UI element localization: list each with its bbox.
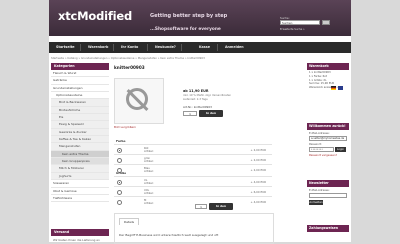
option-group-size: Größe <box>116 171 127 175</box>
option-name: Rot Artikel: <box>144 146 154 154</box>
payment-box: Zahlungsweisen <box>307 225 349 232</box>
category-item[interactable]: Obst & Gemüse <box>51 188 109 195</box>
nav-divider <box>113 44 114 51</box>
category-list: Fleisch & Wurst Getränke Grundeinstellunge… <box>51 70 109 203</box>
option-radio[interactable] <box>117 158 122 163</box>
nav-checkout[interactable]: Kasse <box>199 42 210 53</box>
category-item[interactable]: Kaffee & Tee & Kakao <box>51 136 109 144</box>
quantity-input[interactable]: 1 <box>183 111 197 116</box>
nav-login[interactable]: Anmelden <box>225 42 244 53</box>
option-price: + 4,00 EUR <box>250 180 266 184</box>
nav-divider <box>181 44 182 51</box>
option-row[interactable]: Blau Artikel: + 2,00 EUR <box>114 164 272 175</box>
category-item[interactable]: Milch & Molkerei <box>51 165 109 173</box>
password-field[interactable]: •••••••• <box>309 147 334 152</box>
option-name: M Artikel: <box>144 198 154 206</box>
product-price: ab 11,90 EUR <box>183 89 209 93</box>
shipping-text: Wir bieten Ihnen die Lieferung an <box>53 238 100 242</box>
nav-divider <box>80 44 81 51</box>
delivery-time: Lieferzeit: 2-3 Tage <box>183 98 208 101</box>
product-image[interactable] <box>114 78 164 124</box>
product-model: Art.Nr.: knitter00903 <box>183 105 212 109</box>
details-box: Details Der Begriff E-Business wird unte… <box>114 213 274 244</box>
shipping-box-title: Versand <box>51 229 109 236</box>
slogan-top: Getting better step by step <box>150 13 228 19</box>
nav-register[interactable]: Neukunde? <box>155 42 176 53</box>
category-item[interactable]: Brot & Backwaren <box>51 99 109 107</box>
newsletter-box-title: Newsletter Anmeldung <box>307 180 349 192</box>
product-description: Der Begriff E-Business wird unterschiedl… <box>119 233 219 237</box>
category-item[interactable]: Eis <box>51 114 109 122</box>
option-row[interactable]: M Artikel: + 4,00 EUR <box>114 196 272 207</box>
slogan-bottom: ...Shopsoftware for everyone <box>150 27 221 32</box>
option-name: XL Artikel: <box>144 178 154 186</box>
page: xtcModified Getting better step by step … <box>49 0 351 244</box>
option-sub: Artikel: <box>144 158 154 163</box>
option-sub: Artikel: <box>144 168 154 173</box>
option-radio[interactable] <box>117 200 122 205</box>
option-group-color: Farbe <box>116 139 126 143</box>
product-title: knitter00903 <box>114 65 145 70</box>
login-button[interactable]: Login <box>335 147 346 152</box>
main-nav: Startseite Warenkorb Ihr Konto Neukunde?… <box>49 42 351 90</box>
category-item[interactable]: Mengenstufen <box>51 143 109 151</box>
logo[interactable]: xtcModified <box>58 9 132 23</box>
search-input[interactable]: Suchen <box>280 20 320 25</box>
option-sub: Artikel: <box>144 148 154 153</box>
category-item[interactable]: Grundeinstellungen <box>51 85 109 93</box>
nav-divider <box>147 44 148 51</box>
category-item[interactable]: Kein extra Thema <box>51 150 109 159</box>
cart-box-title: Warenkorb <box>307 63 349 70</box>
login-box: Willkommen zurück! E-Mail-Adresse: a.vet… <box>307 123 349 158</box>
category-box-title: Kategorien <box>51 63 109 70</box>
cart-box: Warenkorb 1 x knitter00903 1 x Farbe: Ro… <box>307 63 349 91</box>
option-price: + 2,00 EUR <box>250 168 266 172</box>
product-main: knitter00903 Bild vergrößern ab 11,90 EU… <box>113 63 275 244</box>
add-to-cart-button[interactable]: In den Warenkorb <box>199 110 223 122</box>
newsletter-box: Newsletter Anmeldung E-Mail-Adresse: Anm… <box>307 180 349 207</box>
tax-info: inkl. 19 % MwSt. zzgl. Versandkosten <box>183 94 232 97</box>
category-box: Kategorien Fleisch & Wurst Getränke Grunde… <box>51 63 109 203</box>
enlarge-image-link[interactable]: Bild vergrößern <box>114 125 136 129</box>
category-item[interactable]: Essig & Speiseöl <box>51 121 109 129</box>
option-sub: Artikel: <box>144 190 154 195</box>
option-price: + 6,00 EUR <box>250 190 266 194</box>
header: xtcModified Getting better step by step … <box>49 0 351 36</box>
search-button[interactable] <box>322 20 330 25</box>
advanced-search-link[interactable]: Erweiterte Suche » <box>280 28 305 31</box>
quantity-input-bottom[interactable]: 1 <box>195 204 207 209</box>
category-item[interactable]: Optionsbausteine <box>51 92 109 100</box>
category-item[interactable]: Brotaufstriche <box>51 106 109 115</box>
option-radio[interactable] <box>117 180 122 185</box>
nav-divider <box>217 44 218 51</box>
forgot-password-link[interactable]: Passwort vergessen? <box>307 152 349 158</box>
option-sub: Artikel: <box>144 200 154 205</box>
option-name: XXL Artikel: <box>144 188 154 196</box>
option-name: Blau Artikel: <box>144 166 154 174</box>
breadcrumb[interactable]: Startseite » Katalog » Grundeinstellunge… <box>51 56 205 60</box>
category-item[interactable]: Fleisch & Wurst <box>51 70 109 78</box>
option-name: grün Artikel: <box>144 156 154 164</box>
category-item[interactable]: Tiefkühlware <box>51 195 109 203</box>
category-item[interactable]: Süsswaren <box>51 180 109 188</box>
category-item[interactable]: Joghurts <box>51 172 109 181</box>
newsletter-subscribe-button[interactable]: Anmelden <box>309 200 323 205</box>
add-to-cart-button-bottom[interactable]: In den Warenkorb <box>209 203 233 215</box>
category-item[interactable]: Kein Gruppenpreis <box>51 158 109 166</box>
tab-details[interactable]: Details <box>119 218 139 225</box>
login-box-title: Willkommen zurück! <box>307 123 349 130</box>
nav-cart[interactable]: Warenkorb <box>88 42 108 53</box>
category-item[interactable]: Gewürze & Zucker <box>51 128 109 137</box>
option-sub: Artikel: <box>144 180 154 185</box>
option-price: + 2,00 EUR <box>250 148 266 152</box>
option-radio[interactable] <box>117 190 122 195</box>
nav-account[interactable]: Ihr Konto <box>121 42 138 53</box>
nav-home[interactable]: Startseite <box>56 42 75 53</box>
option-price: + 4,00 EUR <box>250 200 266 204</box>
view-cart-link[interactable]: Warenkorb anzeigen » <box>309 86 347 90</box>
payment-box-title: Zahlungsweisen <box>307 225 349 232</box>
option-price: + 2,00 EUR <box>250 158 266 162</box>
option-radio[interactable] <box>117 148 122 153</box>
category-item[interactable]: Getränke <box>51 77 109 85</box>
